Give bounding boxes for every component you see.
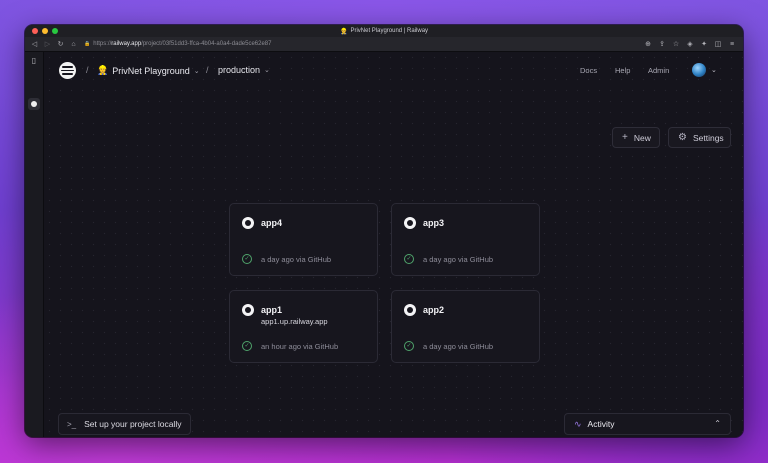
window-title-text: PrivNet Playground | Railway [350, 28, 429, 34]
avatar[interactable] [692, 63, 706, 77]
zoom-window-button[interactable] [52, 28, 58, 34]
nav-admin[interactable]: Admin [648, 66, 669, 75]
breadcrumb-separator: / [206, 65, 209, 75]
activity-pulse-icon: ∿ [574, 418, 582, 429]
project-name: PrivNet Playground [112, 65, 190, 76]
title-bar: 👷 PrivNet Playground | Railway [25, 25, 743, 37]
close-window-button[interactable] [32, 28, 38, 34]
nav-help[interactable]: Help [615, 66, 630, 75]
service-card-app1[interactable]: app1 app1.up.railway.app ✓ an hour ago v… [229, 290, 378, 363]
browser-window: 👷 PrivNet Playground | Railway ◁ ▷ ↻ ⌂ 🔒… [25, 25, 743, 437]
service-name: app3 [423, 218, 445, 228]
github-icon [404, 217, 416, 229]
service-name: app4 [261, 218, 283, 228]
service-name: app1 [261, 305, 283, 315]
window-title: 👷 PrivNet Playground | Railway [340, 28, 428, 35]
environment-selector[interactable]: production ⌄ [218, 65, 270, 75]
activity-panel-toggle[interactable]: ∿ Activity ⌃ [564, 413, 731, 435]
browser-toolbar: ◁ ▷ ↻ ⌂ 🔒 https://railway.app/project/03… [25, 37, 743, 52]
construction-worker-icon: 👷 [339, 28, 348, 35]
github-icon [242, 217, 254, 229]
github-icon [404, 304, 416, 316]
new-button-label: New [633, 132, 651, 143]
railway-logo-icon[interactable] [59, 62, 76, 79]
screenshot-icon[interactable]: ◫ [713, 40, 723, 48]
service-card-app4[interactable]: app4 ✓ a day ago via GitHub [229, 203, 378, 276]
gear-icon: ⚙ [678, 132, 687, 143]
deploy-status: an hour ago via GitHub [261, 342, 339, 351]
reload-icon[interactable]: ↻ [54, 40, 67, 48]
plus-icon: + [622, 132, 628, 143]
setup-locally-button[interactable]: >_ Set up your project locally [58, 413, 191, 435]
deploy-status: a day ago via GitHub [423, 255, 494, 264]
railway-tab-icon[interactable] [28, 98, 40, 110]
environment-name: production [218, 65, 261, 75]
toolbar-actions: ⊕ ⇪ ☆ ◈ ✦ ◫ ≡ [643, 40, 743, 49]
success-check-icon: ✓ [404, 341, 414, 351]
bookmark-icon[interactable]: ☆ [671, 40, 681, 48]
activity-label: Activity [587, 419, 615, 429]
share-icon[interactable]: ⇪ [657, 40, 667, 48]
window-controls [32, 28, 58, 34]
success-check-icon: ✓ [404, 254, 414, 264]
forward-icon[interactable]: ▷ [41, 40, 54, 48]
terminal-icon: >_ [67, 419, 77, 429]
shield-icon[interactable]: ◈ [685, 40, 695, 48]
settings-button-label: Settings [692, 132, 724, 143]
success-check-icon: ✓ [242, 341, 252, 351]
service-name: app2 [423, 305, 445, 315]
setup-label: Set up your project locally [84, 419, 182, 429]
service-domain: app1.up.railway.app [261, 317, 328, 326]
new-button[interactable]: + New [612, 127, 660, 148]
menu-icon[interactable]: ≡ [727, 41, 737, 48]
zoom-icon[interactable]: ⊕ [643, 40, 653, 48]
project-selector[interactable]: 👷 PrivNet Playground ⌄ [97, 65, 200, 76]
construction-worker-icon: 👷 [97, 65, 109, 75]
project-header: / 👷 PrivNet Playground ⌄ / production ⌄ … [44, 52, 743, 90]
chevron-down-icon[interactable]: ⌄ [711, 66, 717, 74]
extensions-icon[interactable]: ✦ [699, 40, 709, 48]
back-icon[interactable]: ◁ [28, 40, 41, 48]
chevron-down-icon: ⌄ [264, 67, 270, 74]
settings-button[interactable]: ⚙ Settings [668, 127, 731, 148]
lock-icon: 🔒 [84, 41, 91, 47]
minimize-window-button[interactable] [42, 28, 48, 34]
nav-docs[interactable]: Docs [580, 66, 597, 75]
service-card-app2[interactable]: app2 ✓ a day ago via GitHub [391, 290, 540, 363]
service-card-app3[interactable]: app3 ✓ a day ago via GitHub [391, 203, 540, 276]
url-text: https://railway.app/project/03f51dd3-ffc… [93, 41, 272, 47]
deploy-status: a day ago via GitHub [423, 342, 494, 351]
breadcrumb-separator: / [86, 65, 89, 75]
sidebar-toggle-icon[interactable]: ▯ [29, 56, 39, 66]
address-bar[interactable]: 🔒 https://railway.app/project/03f51dd3-f… [84, 41, 643, 47]
project-canvas: / 👷 PrivNet Playground ⌄ / production ⌄ … [44, 52, 743, 437]
deploy-status: a day ago via GitHub [261, 255, 332, 264]
home-icon[interactable]: ⌂ [67, 41, 80, 48]
chevron-up-icon: ⌃ [714, 419, 721, 428]
github-icon [242, 304, 254, 316]
browser-sidebar: ▯ + [25, 52, 44, 437]
success-check-icon: ✓ [242, 254, 252, 264]
chevron-down-icon: ⌄ [193, 67, 200, 75]
